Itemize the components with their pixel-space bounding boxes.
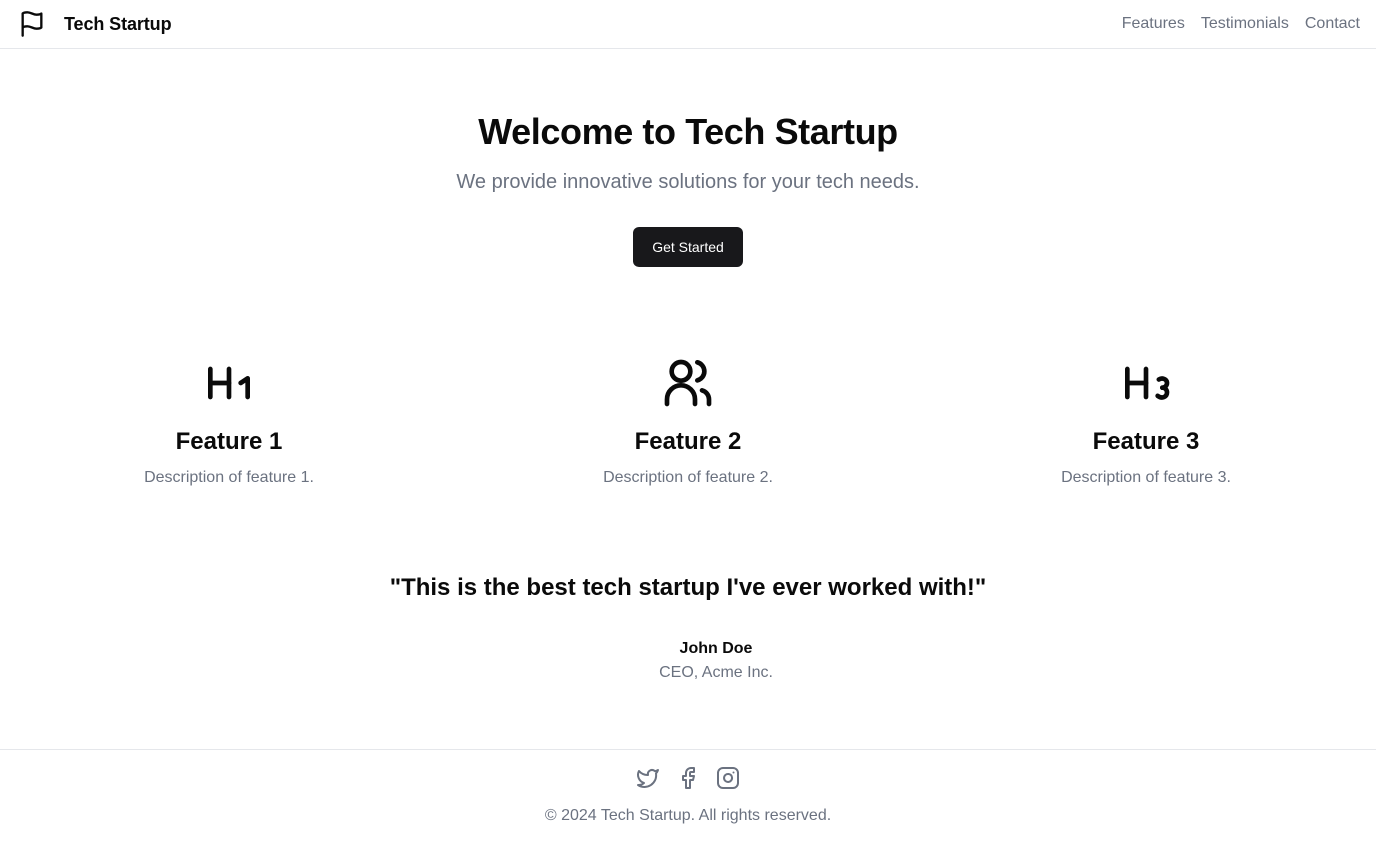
testimonial-section: "This is the best tech startup I've ever…	[0, 570, 1376, 683]
instagram-icon[interactable]	[716, 766, 740, 790]
testimonial-quote: "This is the best tech startup I've ever…	[389, 574, 987, 601]
twitter-icon[interactable]	[636, 766, 660, 790]
heading-1-icon	[208, 366, 251, 400]
flag-icon	[21, 11, 43, 37]
get-started-button[interactable]: Get Started	[633, 227, 743, 267]
facebook-icon[interactable]	[676, 766, 700, 790]
feature-card: Feature 3 Description of feature 3.	[996, 355, 1296, 488]
feature-description: Description of feature 2.	[603, 469, 773, 486]
nav-link-features[interactable]: Features	[1122, 15, 1185, 33]
feature-card: Feature 1 Description of feature 1.	[79, 355, 379, 488]
feature-description: Description of feature 3.	[1061, 469, 1231, 486]
main-nav: Features Testimonials Contact	[1122, 15, 1360, 33]
site-footer: © 2024 Tech Startup. All rights reserved…	[0, 749, 1376, 846]
site-header: Tech Startup Features Testimonials Conta…	[0, 0, 1376, 49]
users-icon	[664, 359, 712, 407]
feature-card: Feature 2 Description of feature 2.	[538, 355, 838, 488]
feature-title: Feature 3	[1092, 428, 1200, 455]
heading-3-icon	[1125, 366, 1170, 400]
hero-section: Welcome to Tech Startup We provide innov…	[0, 108, 1376, 267]
testimonial-role: CEO, Acme Inc.	[659, 664, 773, 681]
feature-description: Description of feature 1.	[144, 469, 314, 486]
social-links	[0, 766, 1376, 790]
testimonial-author: John Doe	[679, 640, 753, 657]
brand-link[interactable]: Tech Startup	[18, 9, 172, 39]
nav-link-contact[interactable]: Contact	[1305, 15, 1360, 33]
nav-link-testimonials[interactable]: Testimonials	[1201, 15, 1289, 33]
copyright-text: © 2024 Tech Startup. All rights reserved…	[544, 807, 832, 824]
feature-title: Feature 2	[634, 428, 742, 455]
hero-title: Welcome to Tech Startup	[478, 111, 898, 152]
feature-title: Feature 1	[175, 428, 283, 455]
brand-name: Tech Startup	[64, 13, 172, 34]
hero-subtitle: We provide innovative solutions for your…	[456, 171, 920, 193]
